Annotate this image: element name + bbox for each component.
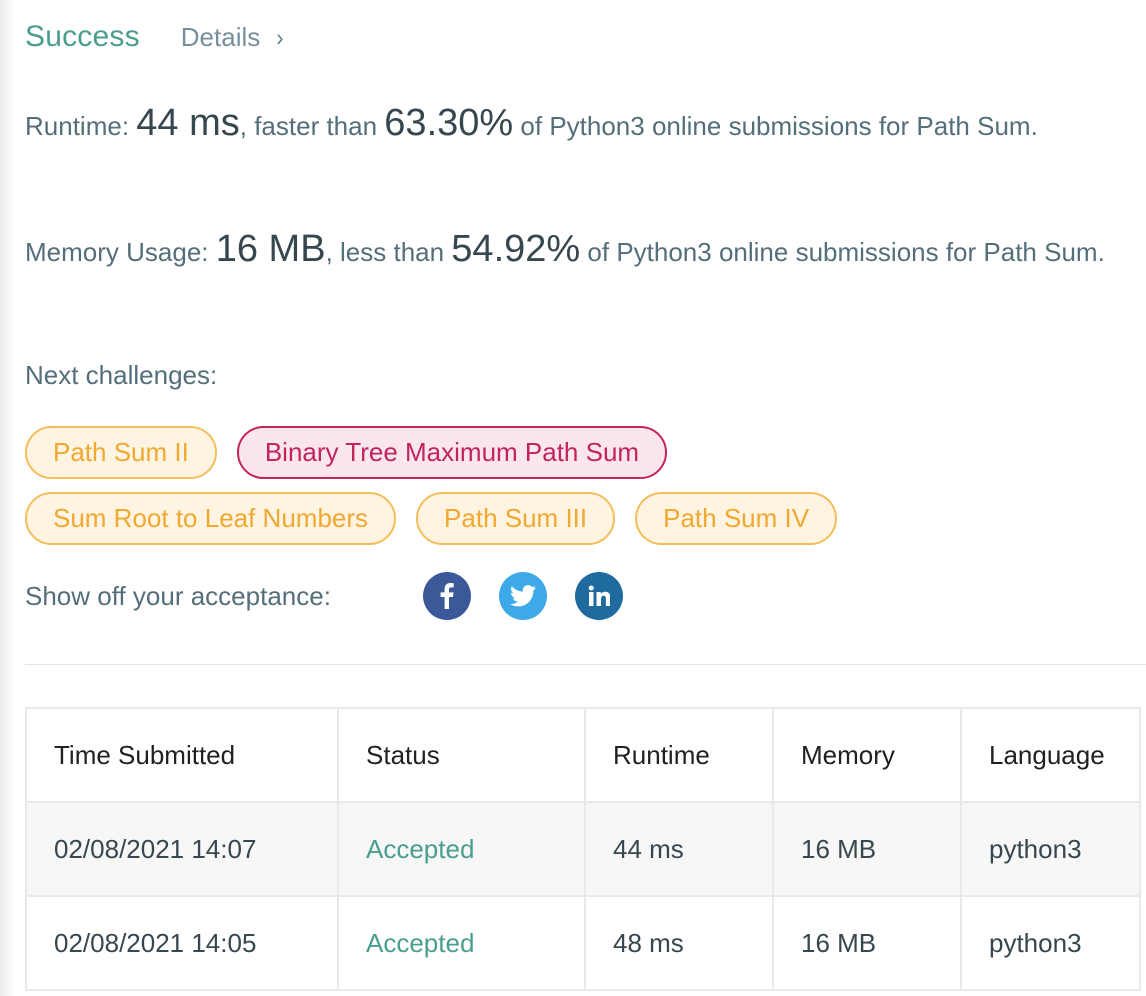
memory-label: Memory Usage: [25,237,209,267]
runtime-percent: 63.30% [384,102,514,144]
status-link[interactable]: Accepted [366,928,474,958]
cell-memory: 16 MB [772,801,962,897]
challenge-chip-path-sum-iii[interactable]: Path Sum III [416,492,616,545]
cell-status: Accepted [337,895,586,991]
share-label: Show off your acceptance: [25,580,331,611]
memory-percent: 54.92% [451,228,581,270]
memory-suffix: of Python3 online submissions for Path S… [580,237,1105,267]
challenge-chip-path-sum-ii[interactable]: Path Sum II [25,426,217,479]
cell-runtime: 48 ms [584,895,774,991]
memory-comparison: , less than [325,237,452,267]
column-header-status[interactable]: Status [337,707,586,803]
left-edge-shadow [0,0,16,996]
cell-time: 02/08/2021 14:05 [25,895,339,991]
cell-memory: 16 MB [772,895,962,991]
linkedin-glyph [588,585,610,606]
facebook-glyph [440,583,454,609]
twitter-glyph [510,585,536,607]
submission-result-panel: Success Details › Runtime: 44 ms, faster… [25,0,1146,996]
result-status: Success [25,20,140,53]
cell-runtime: 44 ms [584,801,774,897]
cell-language: python3 [960,801,1141,897]
challenge-chips-row-2: Sum Root to Leaf Numbers Path Sum III Pa… [25,492,838,545]
memory-value: 16 MB [215,228,326,270]
runtime-comparison: , faster than [239,111,385,141]
cell-language: python3 [960,895,1141,991]
facebook-icon[interactable] [423,572,471,620]
challenge-chip-binary-tree-maximum-path-sum[interactable]: Binary Tree Maximum Path Sum [236,426,668,479]
cell-time: 02/08/2021 14:07 [25,801,339,897]
column-header-memory[interactable]: Memory [772,707,962,803]
memory-stat: Memory Usage: 16 MB, less than 54.92% of… [25,228,1105,273]
column-header-runtime[interactable]: Runtime [584,707,774,803]
table-row: 02/08/2021 14:05 Accepted 48 ms 16 MB py… [25,895,1141,991]
runtime-suffix: of Python3 online submissions for Path S… [513,111,1038,141]
table-header-row: Time Submitted Status Runtime Memory Lan… [25,707,1141,803]
runtime-label: Runtime: [25,111,130,141]
next-challenges-label: Next challenges: [25,360,218,390]
details-link[interactable]: Details › [181,22,284,53]
table-row: 02/08/2021 14:07 Accepted 44 ms 16 MB py… [25,801,1141,897]
chevron-right-icon: › [276,23,284,51]
result-header: Success Details › [25,20,284,54]
runtime-stat: Runtime: 44 ms, faster than 63.30% of Py… [25,102,1105,147]
status-link[interactable]: Accepted [366,834,474,864]
challenge-chip-path-sum-iv[interactable]: Path Sum IV [635,492,838,545]
section-divider [25,664,1146,665]
challenge-chip-sum-root-to-leaf-numbers[interactable]: Sum Root to Leaf Numbers [25,492,397,545]
runtime-value: 44 ms [136,102,240,144]
cell-status: Accepted [337,801,586,897]
linkedin-icon[interactable] [575,572,623,620]
column-header-time-submitted[interactable]: Time Submitted [25,707,339,803]
share-row: Show off your acceptance: [25,572,651,620]
column-header-language[interactable]: Language [960,707,1141,803]
details-label: Details [180,22,261,52]
challenge-chips-row-1: Path Sum II Binary Tree Maximum Path Sum [25,426,668,479]
submissions-table: Time Submitted Status Runtime Memory Lan… [25,707,1141,991]
twitter-icon[interactable] [499,572,547,620]
